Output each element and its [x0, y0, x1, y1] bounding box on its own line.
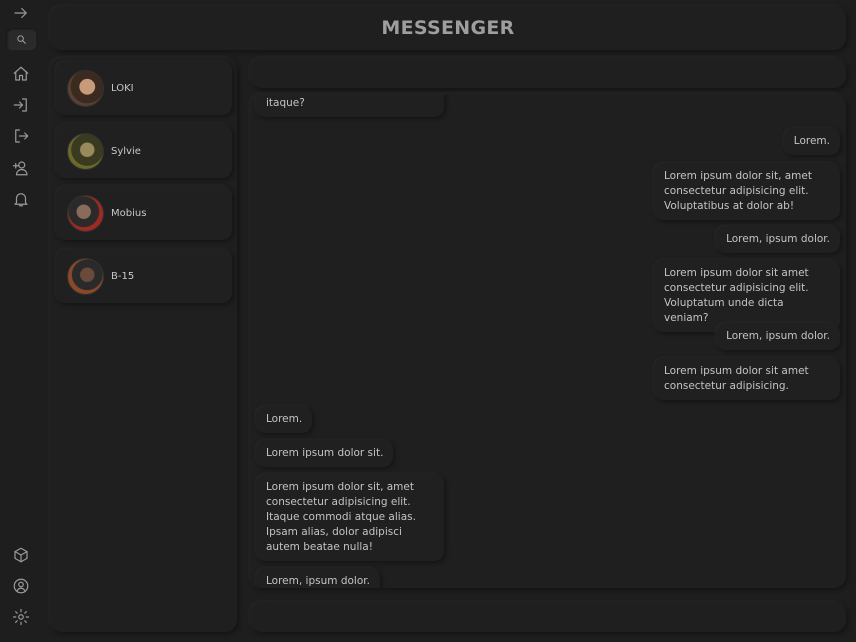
login-icon[interactable] — [8, 93, 34, 117]
message-bubble: Lorem, ipsum dolor. — [716, 226, 840, 253]
message-bubble: Lorem, ipsum dolor. — [256, 568, 380, 588]
contact-item[interactable]: Mobius — [56, 186, 232, 240]
contact-name: B-15 — [111, 270, 135, 282]
app-title: MESSENGER — [381, 17, 515, 39]
avatar — [68, 258, 103, 294]
message-bubble: Lorem, ipsum dolor. — [716, 323, 840, 350]
app-header: MESSENGER — [50, 6, 846, 50]
logout-icon[interactable] — [8, 124, 34, 148]
message-input-bar[interactable] — [250, 602, 846, 632]
user-circle-icon[interactable] — [8, 574, 34, 598]
message-bubble: Lorem. — [256, 406, 313, 433]
arrow-right-icon[interactable] — [8, 1, 34, 25]
bell-icon[interactable] — [8, 187, 34, 211]
message-bubble: Lorem. — [783, 128, 840, 155]
contact-name: LOKI — [111, 82, 134, 94]
search-icon[interactable] — [6, 28, 36, 50]
cube-icon[interactable] — [8, 543, 34, 567]
message-bubble: Lorem ipsum dolor sit, amet consectetur … — [256, 474, 444, 561]
avatar — [68, 133, 103, 169]
message-bubble: Lorem ipsum dolor sit amet consectetur a… — [654, 358, 840, 400]
add-user-icon[interactable] — [8, 156, 34, 180]
avatar — [68, 195, 103, 231]
chat-messages: itaque? Lorem. Lorem ipsum dolor sit, am… — [250, 94, 846, 588]
message-bubble: Lorem ipsum dolor sit, amet consectetur … — [654, 163, 840, 220]
icon-rail — [0, 0, 42, 642]
home-icon[interactable] — [8, 62, 34, 86]
contact-item[interactable]: B-15 — [56, 249, 232, 303]
message-bubble: itaque? — [256, 94, 444, 117]
message-bubble: Lorem ipsum dolor sit. — [256, 440, 394, 467]
contact-name: Sylvie — [111, 145, 141, 157]
contact-item[interactable]: LOKI — [56, 61, 232, 115]
message-bubble: Lorem ipsum dolor sit amet consectetur a… — [654, 260, 840, 332]
gear-icon[interactable] — [8, 605, 34, 629]
contacts-panel: LOKI Sylvie Mobius B-15 — [50, 58, 237, 632]
contact-item[interactable]: Sylvie — [56, 124, 232, 178]
chat-topbar — [250, 58, 846, 88]
contact-name: Mobius — [111, 207, 147, 219]
avatar — [68, 70, 103, 106]
